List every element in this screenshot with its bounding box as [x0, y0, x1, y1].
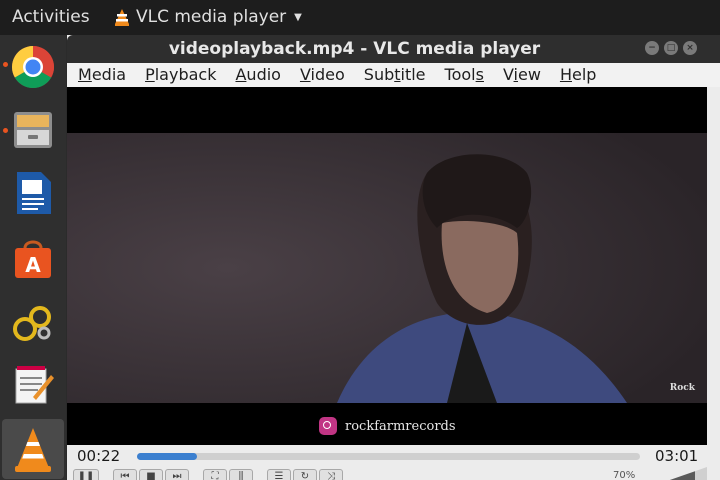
menu-view[interactable]: View [492, 63, 549, 87]
chrome-icon[interactable] [8, 42, 58, 92]
top-bar: Activities VLC media player ▼ [0, 0, 720, 35]
seek-bar-fill [137, 453, 198, 460]
menu-tools[interactable]: Tools [434, 63, 492, 87]
menu-bar: Media Playback Audio Video Subtitle Tool… [67, 63, 720, 87]
app-menu-label: VLC media player [136, 7, 287, 27]
extended-settings-button[interactable]: ⫼ [229, 469, 253, 480]
previous-button[interactable]: ⏮ [113, 469, 137, 480]
menu-playback[interactable]: Playback [134, 63, 224, 87]
next-button[interactable]: ⏭ [165, 469, 189, 480]
volume-slider[interactable] [667, 467, 707, 480]
svg-text:A: A [25, 253, 41, 277]
vlc-icon[interactable] [2, 419, 64, 479]
text-editor-icon[interactable] [8, 360, 58, 410]
fullscreen-button[interactable]: ⛶ [203, 469, 227, 480]
close-button[interactable]: × [683, 41, 697, 55]
video-watermark: Rock [669, 383, 695, 393]
chevron-down-icon: ▼ [294, 11, 302, 23]
files-icon[interactable] [8, 105, 58, 155]
dock: A [0, 35, 66, 480]
software-center-icon[interactable]: A [8, 233, 58, 283]
menu-help[interactable]: Help [549, 63, 604, 87]
menu-subtitle[interactable]: Subtitle [353, 63, 434, 87]
maximize-button[interactable]: □ [664, 41, 678, 55]
video-image [67, 133, 707, 403]
video-area[interactable]: Rock rockfarmrecords [67, 87, 707, 480]
instagram-icon [319, 417, 337, 435]
shuffle-button[interactable]: ⤨ [319, 469, 343, 480]
title-bar: videoplayback.mp4 - VLC media player − □… [67, 35, 720, 63]
caption-text: rockfarmrecords [345, 418, 456, 434]
controls-bar: 00:22 03:01 ❚❚ ⏮ ■ ⏭ ⛶ ⫼ ☰ ↻ ⤨ 70% [67, 445, 720, 480]
menu-video[interactable]: Video [289, 63, 353, 87]
settings-gears-icon[interactable] [8, 298, 58, 348]
stop-button[interactable]: ■ [139, 469, 163, 480]
menu-media[interactable]: Media [67, 63, 134, 87]
seek-bar[interactable] [137, 453, 640, 460]
app-menu[interactable]: VLC media player ▼ [114, 7, 302, 27]
elapsed-time[interactable]: 00:22 [77, 447, 120, 465]
video-caption: rockfarmrecords [319, 417, 456, 435]
volume-level: 70% [613, 470, 636, 480]
pause-button[interactable]: ❚❚ [73, 469, 99, 480]
minimize-button[interactable]: − [645, 41, 659, 55]
vlc-window: videoplayback.mp4 - VLC media player − □… [67, 35, 720, 480]
loop-button[interactable]: ↻ [293, 469, 317, 480]
vlc-small-icon [115, 9, 129, 26]
writer-icon[interactable] [8, 168, 58, 218]
total-time[interactable]: 03:01 [655, 447, 698, 465]
playlist-button[interactable]: ☰ [267, 469, 291, 480]
activities-button[interactable]: Activities [12, 7, 90, 27]
menu-audio[interactable]: Audio [224, 63, 288, 87]
window-title: videoplayback.mp4 - VLC media player [168, 39, 541, 59]
video-frame [67, 133, 707, 403]
